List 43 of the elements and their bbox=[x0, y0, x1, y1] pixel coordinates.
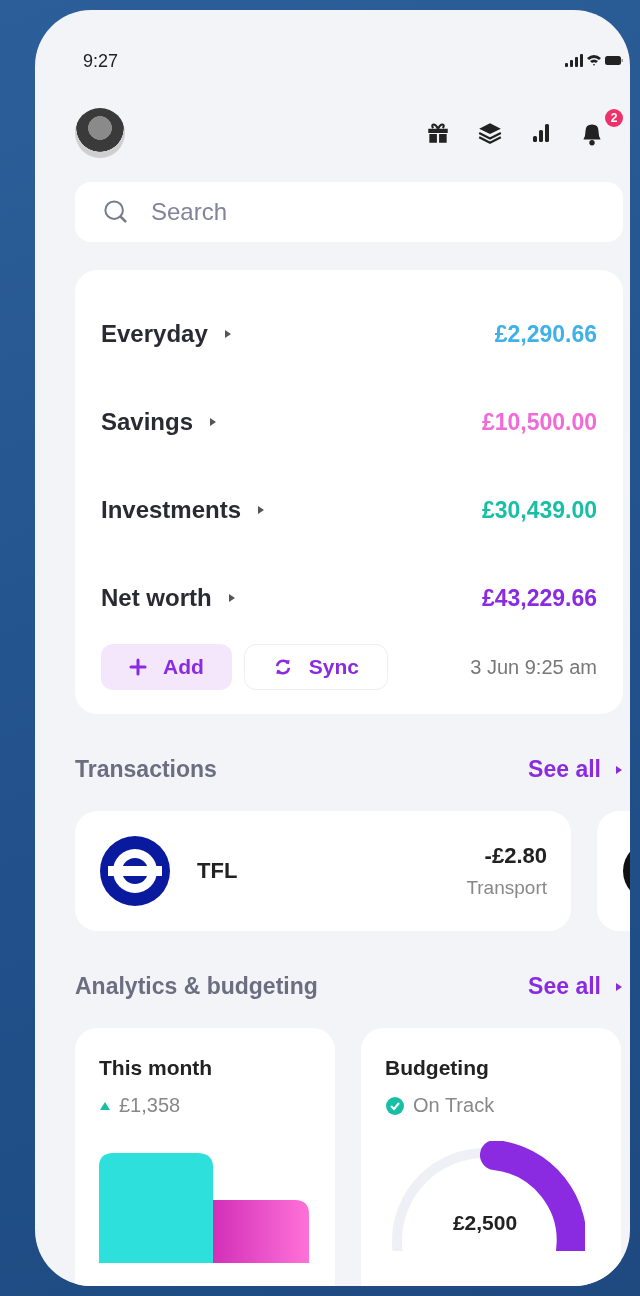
caret-icon[interactable] bbox=[209, 417, 218, 427]
plus-icon bbox=[129, 658, 147, 676]
account-balance: £10,500.00 bbox=[481, 408, 597, 436]
budget-amount: £2,500 bbox=[451, 1211, 519, 1235]
see-all-link[interactable]: See all bbox=[528, 973, 623, 1000]
caret-icon[interactable] bbox=[223, 329, 232, 339]
add-button[interactable]: Add bbox=[101, 644, 232, 690]
budgeting-card[interactable]: Budgeting On Track £2,500 bbox=[361, 1028, 621, 1286]
layers-icon[interactable] bbox=[477, 120, 503, 146]
caret-icon[interactable] bbox=[227, 593, 236, 603]
account-balance: £30,439.00 bbox=[481, 496, 597, 524]
transaction-category: Transport bbox=[466, 877, 547, 899]
see-all-link[interactable]: See all bbox=[528, 756, 623, 783]
account-balance: £43,229.66 bbox=[481, 584, 597, 612]
status-time: 9:27 bbox=[83, 50, 119, 72]
up-triangle-icon bbox=[99, 1100, 111, 1111]
gift-icon[interactable] bbox=[425, 120, 451, 146]
this-month-card[interactable]: This month £1,358 bbox=[75, 1028, 335, 1286]
section-title: Analytics & budgeting bbox=[75, 973, 318, 1000]
avatar[interactable] bbox=[75, 108, 125, 158]
account-name[interactable]: Investments bbox=[101, 496, 242, 524]
transaction-card[interactable]: TFL -£2.80 Transport bbox=[75, 811, 571, 931]
caret-icon bbox=[615, 981, 623, 992]
account-name[interactable]: Savings bbox=[101, 408, 194, 436]
notification-badge: 2 bbox=[605, 109, 623, 127]
merchant-name: TFL bbox=[197, 858, 238, 884]
budget-status: On Track bbox=[413, 1094, 495, 1117]
card-title: This month bbox=[99, 1056, 214, 1080]
status-icons bbox=[565, 53, 623, 69]
last-synced-time: 3 Jun 9:25 am bbox=[470, 655, 597, 679]
check-circle-icon bbox=[385, 1095, 405, 1116]
caret-icon[interactable] bbox=[257, 505, 266, 515]
sync-button[interactable]: Sync bbox=[243, 644, 389, 690]
account-balance: £2,290.66 bbox=[494, 320, 597, 348]
caret-icon bbox=[615, 764, 623, 775]
account-name[interactable]: Everyday bbox=[101, 320, 208, 348]
transaction-amount: -£2.80 bbox=[484, 843, 547, 869]
card-title: Budgeting bbox=[385, 1056, 490, 1080]
account-name[interactable]: Net worth bbox=[101, 584, 212, 612]
roundel-logo-icon bbox=[99, 835, 171, 907]
search-field[interactable]: Search bbox=[75, 182, 623, 242]
monthly-change: £1,358 bbox=[119, 1094, 181, 1117]
section-title: Transactions bbox=[75, 756, 217, 783]
